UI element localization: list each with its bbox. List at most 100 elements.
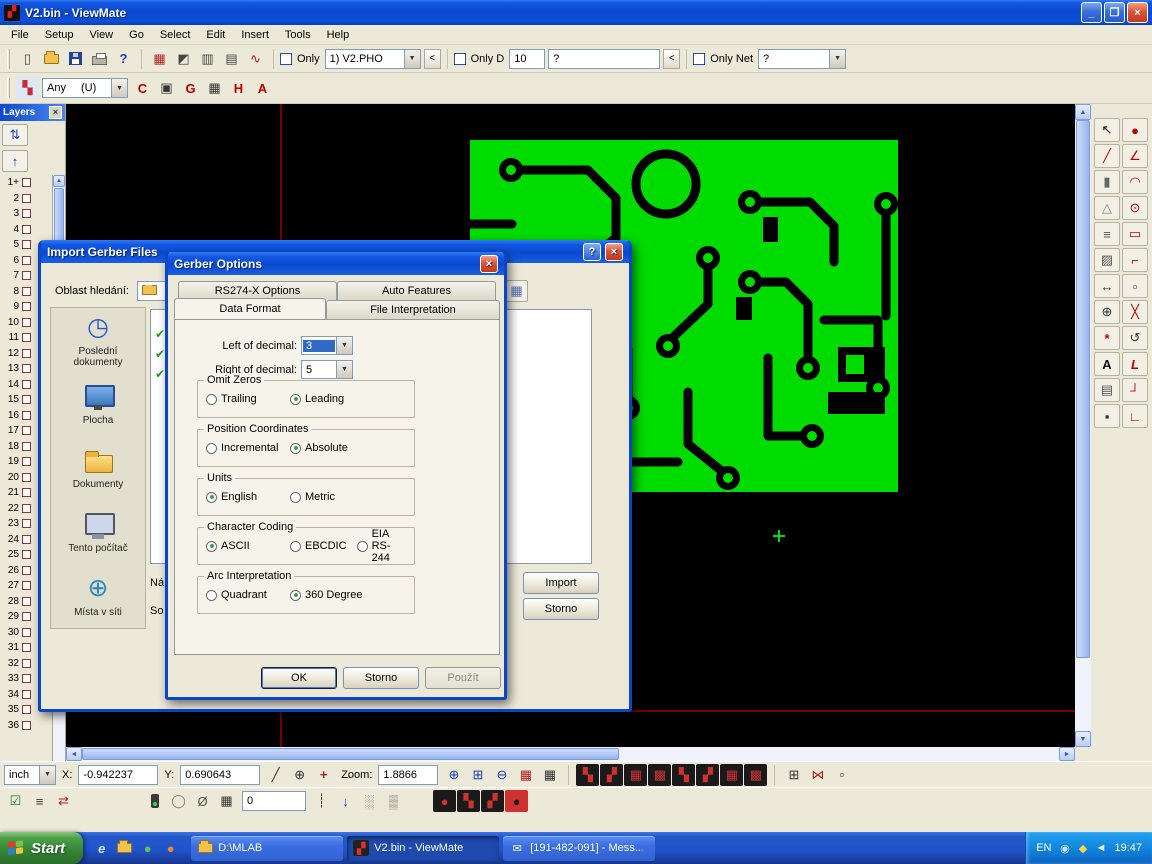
layer-visibility-checkbox[interactable]: [22, 178, 31, 187]
menu-setup[interactable]: Setup: [38, 27, 81, 43]
layer-visibility-checkbox[interactable]: [22, 194, 31, 203]
polyline-icon[interactable]: ∠: [1122, 144, 1148, 168]
layer-visibility-checkbox[interactable]: [22, 225, 31, 234]
menu-insert[interactable]: Insert: [234, 27, 276, 43]
radio-english[interactable]: English: [206, 491, 280, 503]
apply-button[interactable]: Použít: [425, 667, 501, 689]
scroll-up-button[interactable]: ▲: [1075, 104, 1091, 120]
flag-icon[interactable]: ◩: [172, 48, 195, 70]
dcode-input[interactable]: 10: [509, 49, 545, 69]
restore-button[interactable]: ❐: [1104, 2, 1125, 23]
layer-visibility-checkbox[interactable]: [22, 395, 31, 404]
film-grid-icon[interactable]: ▦: [148, 48, 171, 70]
horizontal-scrollbar[interactable]: ◄ ►: [66, 747, 1075, 761]
grid-tool-icon[interactable]: ▦: [203, 77, 226, 99]
dcode-pattern-icon-3[interactable]: ▦: [624, 764, 647, 786]
scroll-right-button[interactable]: ►: [1059, 747, 1075, 761]
radio-eia-rs-244[interactable]: EIA RS-244: [357, 528, 404, 564]
grid-red-icon[interactable]: ▦: [514, 764, 537, 786]
open-file-icon[interactable]: [40, 48, 63, 70]
columns-icon[interactable]: ▤: [220, 48, 243, 70]
place-tento-po-ta[interactable]: Tento počítač: [51, 500, 145, 564]
zoom-out-icon[interactable]: ⊖: [490, 764, 513, 786]
ok-button[interactable]: OK: [261, 667, 337, 689]
titlebar[interactable]: ▞ V2.bin - ViewMate _❐×: [0, 0, 1152, 25]
unit-combo[interactable]: inch ▼: [4, 765, 56, 785]
grid-icon[interactable]: ▦: [215, 790, 238, 812]
prev-dcode-button[interactable]: <: [663, 49, 680, 69]
lamp-icon[interactable]: ◯: [167, 790, 190, 812]
a-tool-icon[interactable]: A: [251, 77, 274, 99]
layer-visibility-checkbox[interactable]: [22, 240, 31, 249]
layer-visibility-checkbox[interactable]: [22, 705, 31, 714]
ruler-icon[interactable]: ▥: [196, 48, 219, 70]
vertical-scroll-thumb[interactable]: [1076, 120, 1090, 658]
menu-edit[interactable]: Edit: [199, 27, 232, 43]
radio-incremental[interactable]: Incremental: [206, 442, 280, 454]
dcode-pattern-icon-4[interactable]: ▩: [648, 764, 671, 786]
update-tray-icon[interactable]: ◆: [1074, 840, 1091, 857]
dcode-pattern-icon-6[interactable]: ▞: [696, 764, 719, 786]
ie-icon[interactable]: e: [92, 839, 111, 858]
zoom-window-icon[interactable]: ⊞: [466, 764, 489, 786]
checklist-icon[interactable]: ☑: [4, 790, 27, 812]
layer-visibility-checkbox[interactable]: [22, 333, 31, 342]
text-tool-icon[interactable]: A: [1094, 352, 1120, 376]
menu-help[interactable]: Help: [320, 27, 357, 43]
language-indicator[interactable]: EN: [1036, 842, 1051, 854]
gerber-dialog-titlebar[interactable]: Gerber Options ×: [168, 252, 504, 275]
layer-visibility-checkbox[interactable]: [22, 380, 31, 389]
layer-visibility-checkbox[interactable]: [22, 209, 31, 218]
save-icon[interactable]: [64, 48, 87, 70]
dcode-filter-input[interactable]: ?: [548, 49, 660, 69]
layer-visibility-checkbox[interactable]: [22, 612, 31, 621]
media-icon[interactable]: ●: [161, 839, 180, 858]
hatch-icon[interactable]: ▨: [1094, 248, 1120, 272]
pad-pattern-icon-4[interactable]: ●: [505, 790, 528, 812]
help-pointer-icon[interactable]: ?: [112, 48, 135, 70]
cut-icon[interactable]: ╳: [1122, 300, 1148, 324]
layer-swap-icon[interactable]: ⇅: [2, 124, 28, 146]
print-icon[interactable]: [88, 48, 111, 70]
small-rect-icon[interactable]: ▫: [1122, 274, 1148, 298]
rect-outline-icon[interactable]: ▭: [1122, 222, 1148, 246]
scroll-up-icon[interactable]: ▲: [53, 175, 65, 187]
scroll-down-button[interactable]: ▼: [1075, 731, 1091, 747]
network-tray-icon[interactable]: ◉: [1056, 840, 1073, 857]
undo-icon[interactable]: ↺: [1122, 326, 1148, 350]
dcode-pattern-icon-2[interactable]: ▞: [600, 764, 623, 786]
pad-flash-icon[interactable]: ●: [1122, 118, 1148, 142]
angle-tool-icon[interactable]: ∟: [1122, 404, 1148, 428]
layer-visibility-checkbox[interactable]: [22, 426, 31, 435]
layer-visibility-checkbox[interactable]: [22, 318, 31, 327]
arrow-down-icon[interactable]: ↓: [334, 790, 357, 812]
layer-visibility-checkbox[interactable]: [22, 287, 31, 296]
grid-black-icon[interactable]: ▦: [538, 764, 561, 786]
radio-trailing[interactable]: Trailing: [206, 393, 280, 405]
clock[interactable]: 19:47: [1114, 842, 1142, 854]
start-button[interactable]: Start: [0, 832, 83, 864]
dots-column-icon[interactable]: ┊: [310, 790, 333, 812]
bowtie-icon[interactable]: ⋈: [806, 764, 829, 786]
toolbar-grip[interactable]: [7, 49, 10, 69]
layer-visibility-checkbox[interactable]: [22, 535, 31, 544]
help-button[interactable]: ?: [583, 243, 601, 261]
layer-row[interactable]: 36: [3, 718, 52, 734]
place-dokumenty[interactable]: Dokumenty: [51, 436, 145, 500]
wave-icon[interactable]: ∿: [244, 48, 267, 70]
volume-tray-icon[interactable]: ◄: [1092, 840, 1109, 857]
layer-visibility-checkbox[interactable]: [22, 349, 31, 358]
pointer-icon[interactable]: ↖: [1094, 118, 1120, 142]
layer-visibility-checkbox[interactable]: [22, 488, 31, 497]
filled-rect-icon[interactable]: ▮: [1094, 170, 1120, 194]
layer-visibility-checkbox[interactable]: [22, 659, 31, 668]
mirror-icon[interactable]: △: [1094, 196, 1120, 220]
layer-visibility-checkbox[interactable]: [22, 566, 31, 575]
views-icon[interactable]: ▦: [505, 280, 528, 302]
horizontal-scroll-thumb[interactable]: [82, 748, 619, 760]
layer-row[interactable]: 2: [3, 191, 52, 207]
layer-visibility-checkbox[interactable]: [22, 442, 31, 451]
radio-metric[interactable]: Metric: [290, 491, 335, 503]
only-net-checkbox[interactable]: [693, 53, 705, 65]
move-icon[interactable]: ↔: [1094, 274, 1120, 298]
